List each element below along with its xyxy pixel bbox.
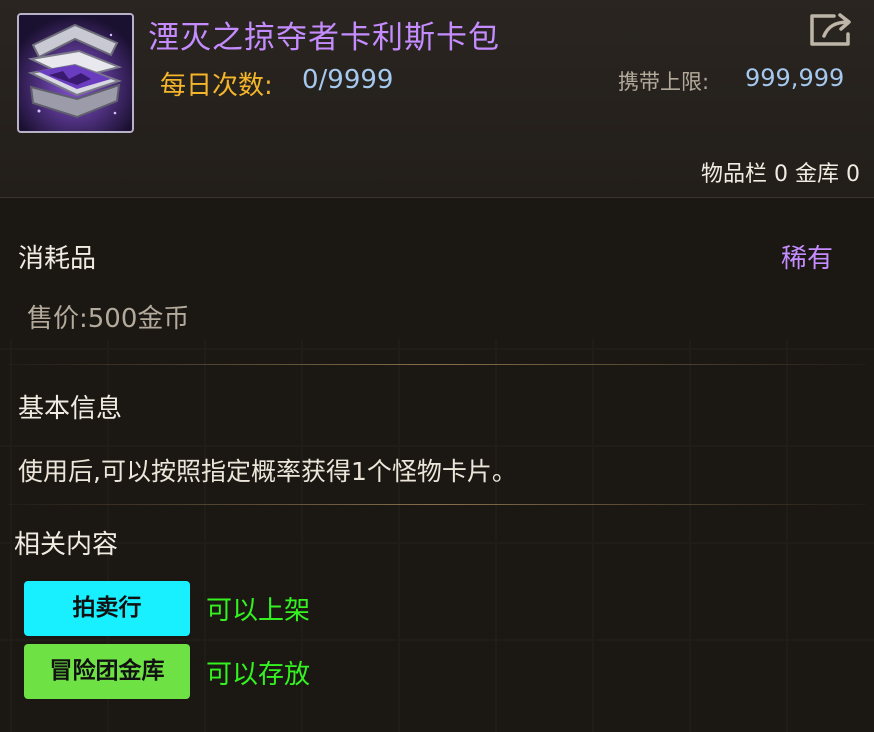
divider	[8, 504, 866, 505]
item-category: 消耗品	[18, 244, 97, 274]
carry-limit-label: 携带上限:	[618, 70, 710, 94]
carry-limit-value: 999,999	[745, 64, 845, 92]
vault-count: 0	[846, 162, 860, 187]
item-price: 售价:500金币	[27, 304, 190, 334]
guild-vault-button[interactable]: 冒险团金库	[24, 644, 190, 699]
item-title: 湮灭之掠夺者卡利斯卡包	[148, 20, 500, 56]
inventory-count: 0	[773, 162, 788, 187]
card-pack-icon	[17, 13, 134, 133]
divider	[8, 364, 866, 365]
item-header: 湮灭之掠夺者卡利斯卡包 每日次数: 0/9999 携带上限: 999,999 物…	[0, 0, 874, 198]
item-description: 使用后,可以按照指定概率获得1个怪物卡片。	[18, 457, 517, 486]
inventory-label: 物品栏	[700, 162, 767, 187]
basic-info-title: 基本信息	[18, 394, 123, 424]
share-icon[interactable]	[806, 10, 856, 50]
daily-count-label: 每日次数:	[160, 71, 273, 101]
related-title: 相关内容	[14, 530, 119, 560]
item-rarity: 稀有	[781, 244, 834, 274]
guild-vault-status: 可以存放	[206, 660, 311, 690]
auction-status: 可以上架	[206, 596, 311, 626]
daily-count-value: 0/9999	[302, 65, 394, 95]
auction-house-button[interactable]: 拍卖行	[24, 581, 190, 636]
storage-counts: 物品栏 0 金库 0	[701, 156, 860, 188]
vault-label: 金库	[794, 162, 839, 187]
